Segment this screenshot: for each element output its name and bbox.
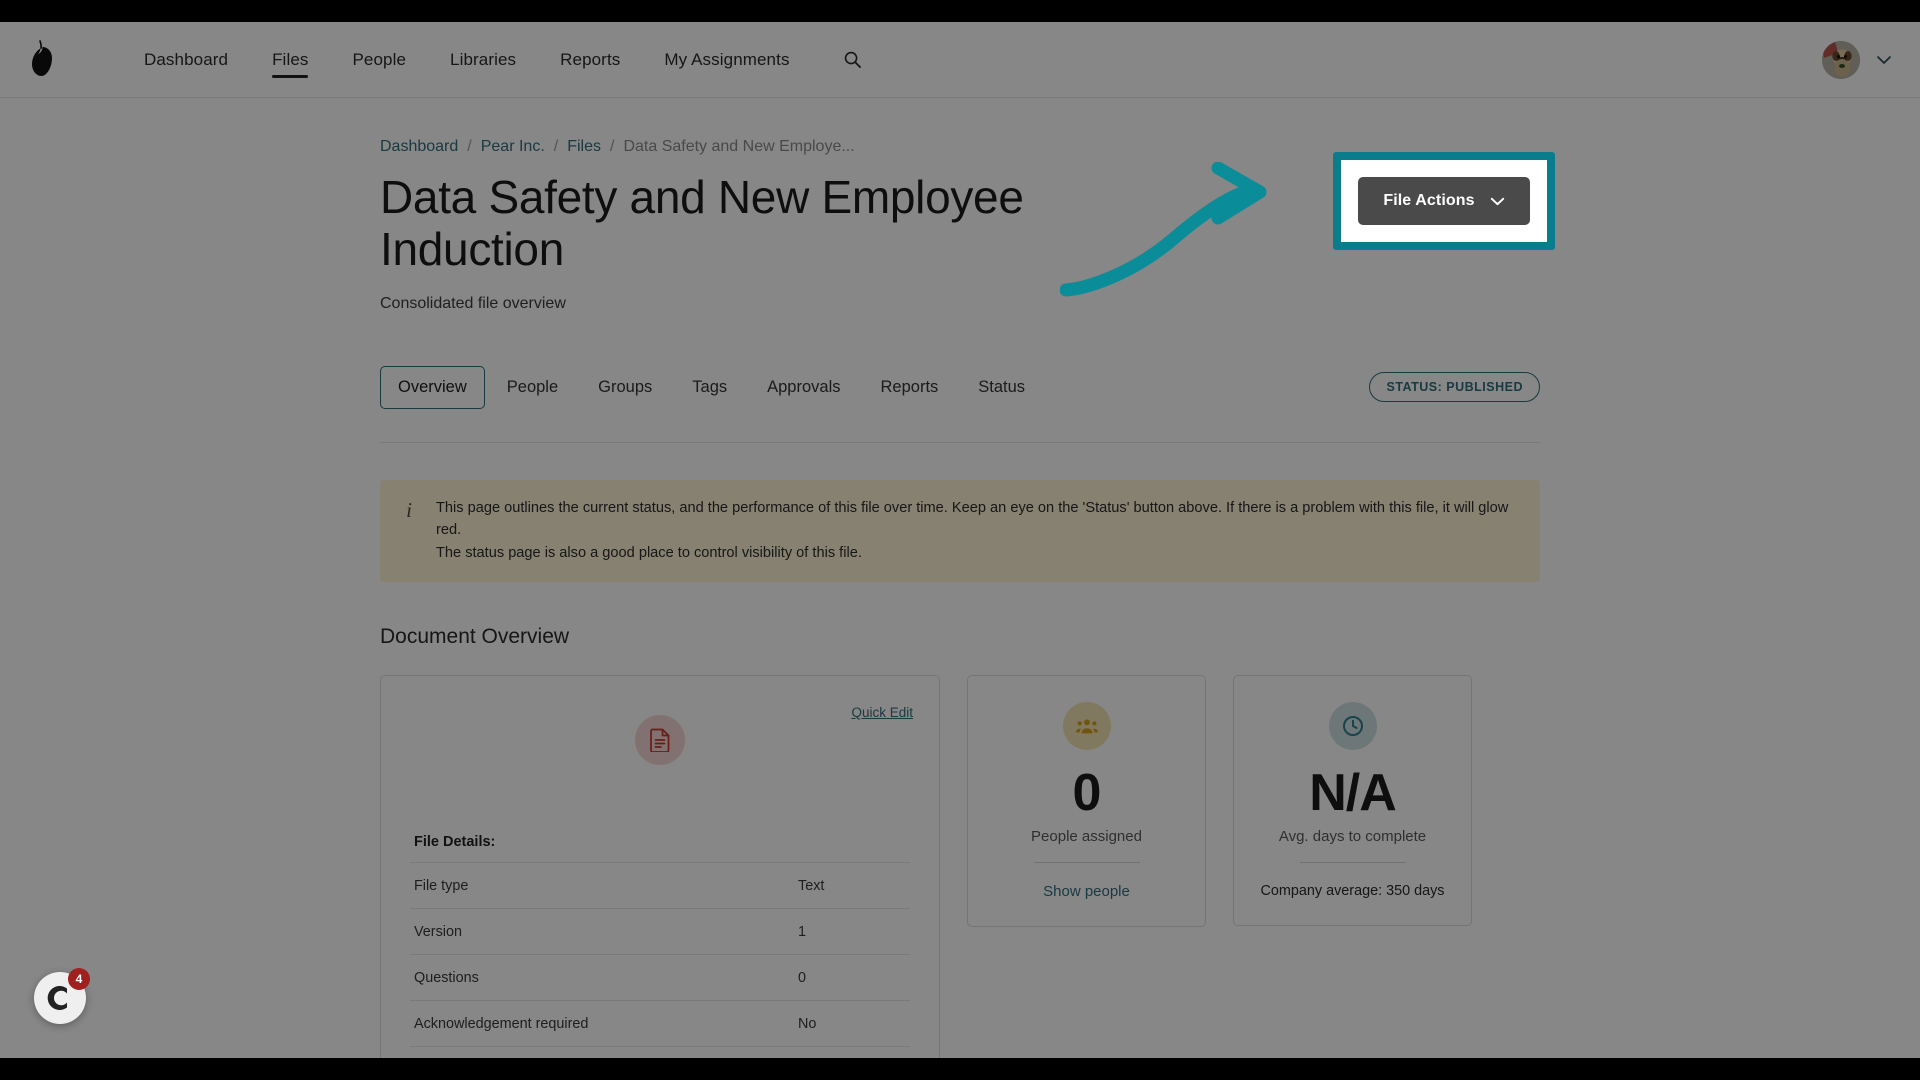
letterbox-bottom bbox=[0, 1058, 1920, 1080]
tab-label: Overview bbox=[398, 377, 467, 396]
detail-value: Text bbox=[798, 878, 825, 895]
company-average-note: Company average: 350 days bbox=[1260, 882, 1445, 899]
people-group-icon bbox=[1062, 702, 1111, 751]
tab-overview[interactable]: Overview bbox=[380, 365, 485, 409]
info-banner: i This page outlines the current status,… bbox=[380, 480, 1540, 583]
tab-label: People bbox=[506, 377, 559, 396]
breadcrumb-item-pear-inc[interactable]: Pear Inc. bbox=[481, 138, 545, 156]
avatar[interactable] bbox=[1822, 40, 1860, 79]
top-navigation-bar: Dashboard Files People Libraries Reports… bbox=[0, 22, 1920, 98]
tab-label: Reports bbox=[880, 377, 939, 396]
stat-label: Avg. days to complete bbox=[1278, 827, 1427, 845]
section-title-document-overview: Document Overview bbox=[380, 625, 570, 649]
search-icon[interactable] bbox=[840, 47, 866, 73]
file-actions-highlight: File Actions bbox=[1333, 152, 1555, 250]
nav-label: Reports bbox=[560, 49, 621, 69]
detail-label: Acknowledgement required bbox=[414, 1016, 589, 1033]
tab-label: Approvals bbox=[767, 377, 841, 396]
nav-label: People bbox=[352, 49, 407, 69]
nav-item-dashboard[interactable]: Dashboard bbox=[122, 24, 250, 96]
tab-groups[interactable]: Groups bbox=[580, 366, 670, 409]
nav-item-people[interactable]: People bbox=[330, 24, 428, 96]
file-details-card: Quick Edit File Details: File type Text … bbox=[380, 675, 940, 1058]
nav-label: Dashboard bbox=[144, 49, 229, 69]
detail-label: Questions bbox=[414, 970, 479, 987]
tab-label: Tags bbox=[692, 377, 728, 396]
avg-days-to-complete-card: N/A Avg. days to complete Company averag… bbox=[1233, 675, 1472, 926]
page-title: Data Safety and New Employee Induction bbox=[380, 171, 1024, 275]
info-icon: i bbox=[406, 498, 412, 523]
detail-value: No bbox=[790, 1047, 910, 1058]
detail-label: Version bbox=[414, 924, 462, 941]
file-actions-button[interactable]: File Actions bbox=[1358, 177, 1530, 225]
nav-item-my-assignments[interactable]: My Assignments bbox=[642, 24, 811, 96]
app-page: Dashboard Files People Libraries Reports… bbox=[0, 22, 1920, 1058]
section-divider bbox=[380, 442, 1540, 444]
clock-icon bbox=[1328, 702, 1377, 751]
tabs: Overview People Groups Tags Approvals Re… bbox=[380, 365, 1043, 409]
stat-value: 0 bbox=[1072, 764, 1102, 823]
breadcrumb-separator: / bbox=[610, 138, 615, 155]
tab-label: Status bbox=[978, 377, 1026, 396]
detail-value: 0 bbox=[798, 970, 807, 987]
page-subtitle: Consolidated file overview bbox=[380, 295, 566, 313]
breadcrumb-separator: / bbox=[553, 138, 559, 155]
nav-links: Dashboard Files People Libraries Reports… bbox=[122, 24, 866, 96]
nav-item-reports[interactable]: Reports bbox=[538, 24, 642, 96]
letterbox-top bbox=[0, 0, 1920, 22]
stat-divider bbox=[1033, 861, 1140, 863]
info-banner-line-1: This page outlines the current status, a… bbox=[436, 500, 1509, 539]
nav-item-files[interactable]: Files bbox=[250, 24, 330, 96]
chat-unread-badge: 4 bbox=[68, 968, 90, 990]
nav-right-cluster bbox=[1822, 40, 1892, 79]
pear-logo-icon[interactable] bbox=[22, 35, 64, 85]
info-banner-text: This page outlines the current status, a… bbox=[436, 497, 1518, 564]
detail-label: File type bbox=[414, 878, 469, 895]
chevron-down-icon[interactable] bbox=[1876, 53, 1892, 67]
breadcrumb-item-dashboard[interactable]: Dashboard bbox=[380, 138, 458, 156]
nav-label: Libraries bbox=[450, 49, 517, 69]
table-row: Questions 0 bbox=[410, 954, 910, 1001]
nav-label: Files bbox=[272, 49, 309, 69]
tab-tags[interactable]: Tags bbox=[674, 366, 745, 409]
table-row: Acknowledgement required No bbox=[410, 1000, 910, 1047]
breadcrumb-separator: / bbox=[467, 138, 472, 155]
chat-widget[interactable]: 4 bbox=[34, 968, 90, 1024]
info-banner-line-2: The status page is also a good place to … bbox=[436, 544, 862, 561]
table-row: File type Text bbox=[410, 862, 910, 909]
file-details-table: File type Text Version 1 Questions 0 Ack… bbox=[410, 862, 910, 1058]
tab-reports[interactable]: Reports bbox=[863, 366, 957, 409]
detail-label: Feedback required bbox=[410, 1047, 790, 1058]
page-content: Dashboard / Pear Inc. / Files / Data Saf… bbox=[0, 98, 1920, 1058]
status-badge[interactable]: STATUS: PUBLISHED bbox=[1369, 372, 1540, 403]
document-file-icon bbox=[635, 715, 685, 766]
tab-label: Groups bbox=[598, 377, 653, 396]
show-people-link[interactable]: Show people bbox=[1043, 883, 1130, 900]
overview-cards: Quick Edit File Details: File type Text … bbox=[380, 675, 1540, 1058]
table-row: Version 1 bbox=[410, 908, 910, 955]
chevron-down-icon bbox=[1490, 194, 1505, 209]
screenshot-stage: Dashboard Files People Libraries Reports… bbox=[0, 0, 1920, 1080]
stat-label: People assigned bbox=[1031, 827, 1142, 845]
file-details-heading: File Details: bbox=[414, 834, 496, 851]
stat-divider bbox=[1299, 861, 1406, 863]
nav-item-libraries[interactable]: Libraries bbox=[428, 24, 538, 96]
tabs-row: Overview People Groups Tags Approvals Re… bbox=[380, 365, 1540, 409]
tab-status[interactable]: Status bbox=[960, 366, 1043, 409]
nav-label: My Assignments bbox=[664, 49, 790, 69]
tab-approvals[interactable]: Approvals bbox=[749, 366, 858, 409]
file-actions-label: File Actions bbox=[1383, 192, 1475, 209]
quick-edit-link[interactable]: Quick Edit bbox=[851, 705, 913, 720]
detail-value: No bbox=[798, 1016, 817, 1033]
table-row: Feedback required No bbox=[410, 1046, 910, 1058]
stat-value: N/A bbox=[1309, 764, 1397, 823]
breadcrumb-item-files[interactable]: Files bbox=[567, 138, 601, 156]
people-assigned-card: 0 People assigned Show people bbox=[967, 675, 1206, 927]
breadcrumb-current: Data Safety and New Employe... bbox=[623, 138, 855, 155]
tab-people[interactable]: People bbox=[489, 366, 576, 409]
detail-value: 1 bbox=[798, 924, 807, 941]
